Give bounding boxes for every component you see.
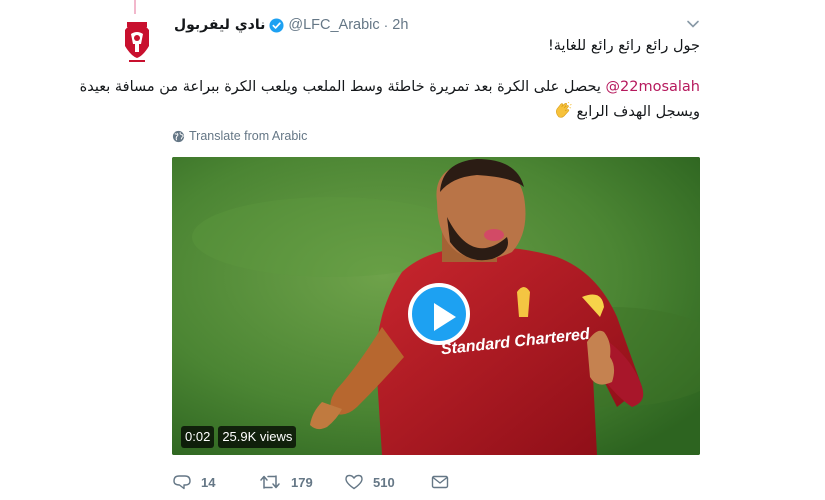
- reply-button[interactable]: 14: [173, 474, 259, 490]
- play-icon: [434, 303, 456, 331]
- mention-link[interactable]: @22mosalah: [606, 79, 701, 95]
- display-name[interactable]: نادي ليفربول: [174, 17, 265, 33]
- video-views: 25.9K views: [218, 426, 297, 448]
- direct-message-icon: [431, 475, 449, 489]
- tweet: نادي ليفربول @LFC_Arabic · 2h جول رائع ر…: [0, 0, 825, 500]
- chevron-down-icon[interactable]: [686, 17, 700, 31]
- user-handle[interactable]: @LFC_Arabic: [288, 17, 379, 33]
- video-info: 0:02 25.9K views: [181, 426, 297, 448]
- liverpool-crest-icon: [113, 16, 161, 64]
- translate-link[interactable]: Translate from Arabic: [172, 129, 307, 143]
- play-button[interactable]: [408, 283, 470, 345]
- tweet-text-line-2: @22mosalah يحصل على الكرة بعد تمريرة خاط…: [80, 79, 700, 95]
- like-button[interactable]: 510: [345, 474, 431, 490]
- reply-count: 14: [201, 474, 216, 490]
- tweet-text-line-2-rest: يحصل على الكرة بعد تمريرة خاطئة وسط المل…: [79, 79, 606, 95]
- clapping-hands-icon: [555, 102, 572, 118]
- tweet-text-line-3-text: ويسجل الهدف الرابع: [571, 104, 700, 120]
- timestamp[interactable]: 2h: [392, 17, 408, 33]
- thread-line: [134, 0, 136, 14]
- like-count: 510: [373, 474, 395, 490]
- like-icon: [345, 474, 363, 490]
- separator-dot: ·: [383, 17, 389, 33]
- retweet-count: 179: [291, 474, 313, 490]
- avatar[interactable]: [113, 16, 161, 64]
- retweet-icon: [260, 475, 280, 489]
- direct-message-button[interactable]: [431, 474, 459, 490]
- video-duration: 0:02: [181, 426, 215, 448]
- tweet-actions: 14 179 510: [173, 470, 459, 494]
- verified-badge-icon: [269, 17, 284, 33]
- retweet-button[interactable]: 179: [259, 474, 345, 490]
- tweet-text-line-3: ويسجل الهدف الرابع: [554, 102, 700, 120]
- tweet-text-line-1: جول رائع رائع رائع للغاية!: [547, 38, 700, 54]
- reply-icon: [173, 475, 191, 490]
- tweet-header: نادي ليفربول @LFC_Arabic · 2h: [174, 14, 408, 36]
- translate-label: Translate from Arabic: [189, 129, 308, 143]
- globe-icon: [172, 130, 185, 142]
